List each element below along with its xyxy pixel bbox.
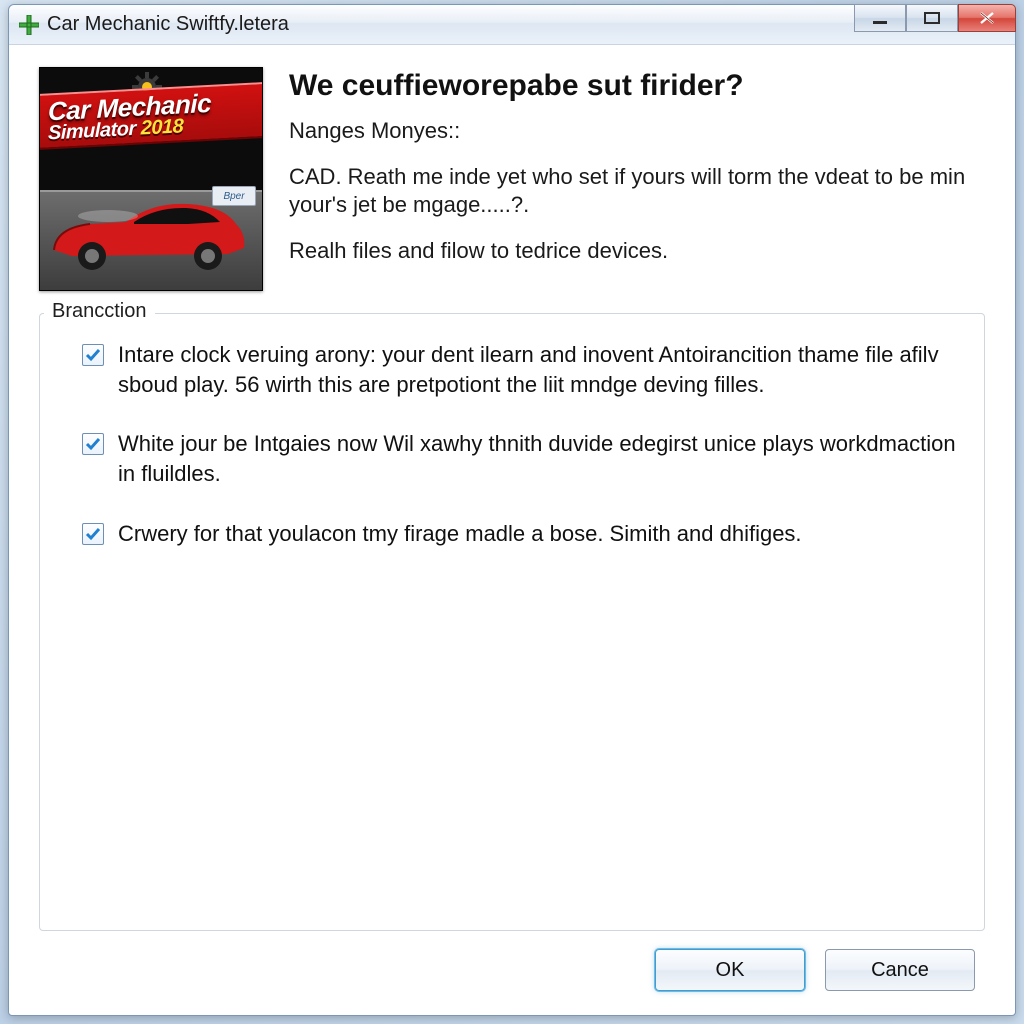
close-button[interactable] — [958, 4, 1016, 32]
game-logo: Car Mechanic Simulator 2018 Bper — [39, 67, 263, 291]
group-legend: Brancction — [44, 300, 155, 323]
option-label: White jour be Intgaies now Wil xawhy thn… — [118, 429, 960, 488]
logo-banner: Car Mechanic Simulator 2018 — [40, 82, 262, 149]
cancel-button[interactable]: Cance — [825, 949, 975, 991]
window-title: Car Mechanic Swiftfy.letera — [47, 13, 289, 36]
intro-row: Car Mechanic Simulator 2018 Bper We ceuf… — [39, 67, 985, 291]
option-label: Intare clock veruing arony: your dent il… — [118, 340, 960, 399]
option-row: Crwery for that youlacon tmy firage madl… — [82, 519, 960, 549]
titlebar[interactable]: Car Mechanic Swiftfy.letera — [9, 5, 1015, 45]
option-row: White jour be Intgaies now Wil xawhy thn… — [82, 429, 960, 488]
dialog-footer: OK Cance — [39, 931, 985, 997]
checkbox-3[interactable] — [82, 523, 104, 545]
maximize-button[interactable] — [906, 4, 958, 32]
intro-text: We ceuffieworepabe sut firider? Nanges M… — [289, 67, 985, 291]
option-row: Intare clock veruing arony: your dent il… — [82, 340, 960, 399]
window-controls — [854, 4, 1016, 32]
intro-paragraph-1: CAD. Reath me inde yet who set if yours … — [289, 163, 985, 219]
options-group: Brancction Intare clock veruing arony: y… — [39, 313, 985, 931]
intro-subhead: Nanges Monyes:: — [289, 117, 985, 145]
checkbox-2[interactable] — [82, 433, 104, 455]
ok-button[interactable]: OK — [655, 949, 805, 991]
option-label: Crwery for that youlacon tmy firage madl… — [118, 519, 802, 549]
intro-paragraph-2: Realh files and filow to tedrice devices… — [289, 237, 985, 265]
dialog-body: Car Mechanic Simulator 2018 Bper We ceuf… — [9, 45, 1015, 1015]
dialog-window: Car Mechanic Swiftfy.letera — [8, 4, 1016, 1016]
checkbox-1[interactable] — [82, 344, 104, 366]
dialog-headline: We ceuffieworepabe sut firider? — [289, 69, 985, 103]
logo-small-badge: Bper — [212, 186, 256, 206]
car-icon — [48, 194, 248, 274]
app-icon — [19, 15, 39, 35]
minimize-button[interactable] — [854, 4, 906, 32]
